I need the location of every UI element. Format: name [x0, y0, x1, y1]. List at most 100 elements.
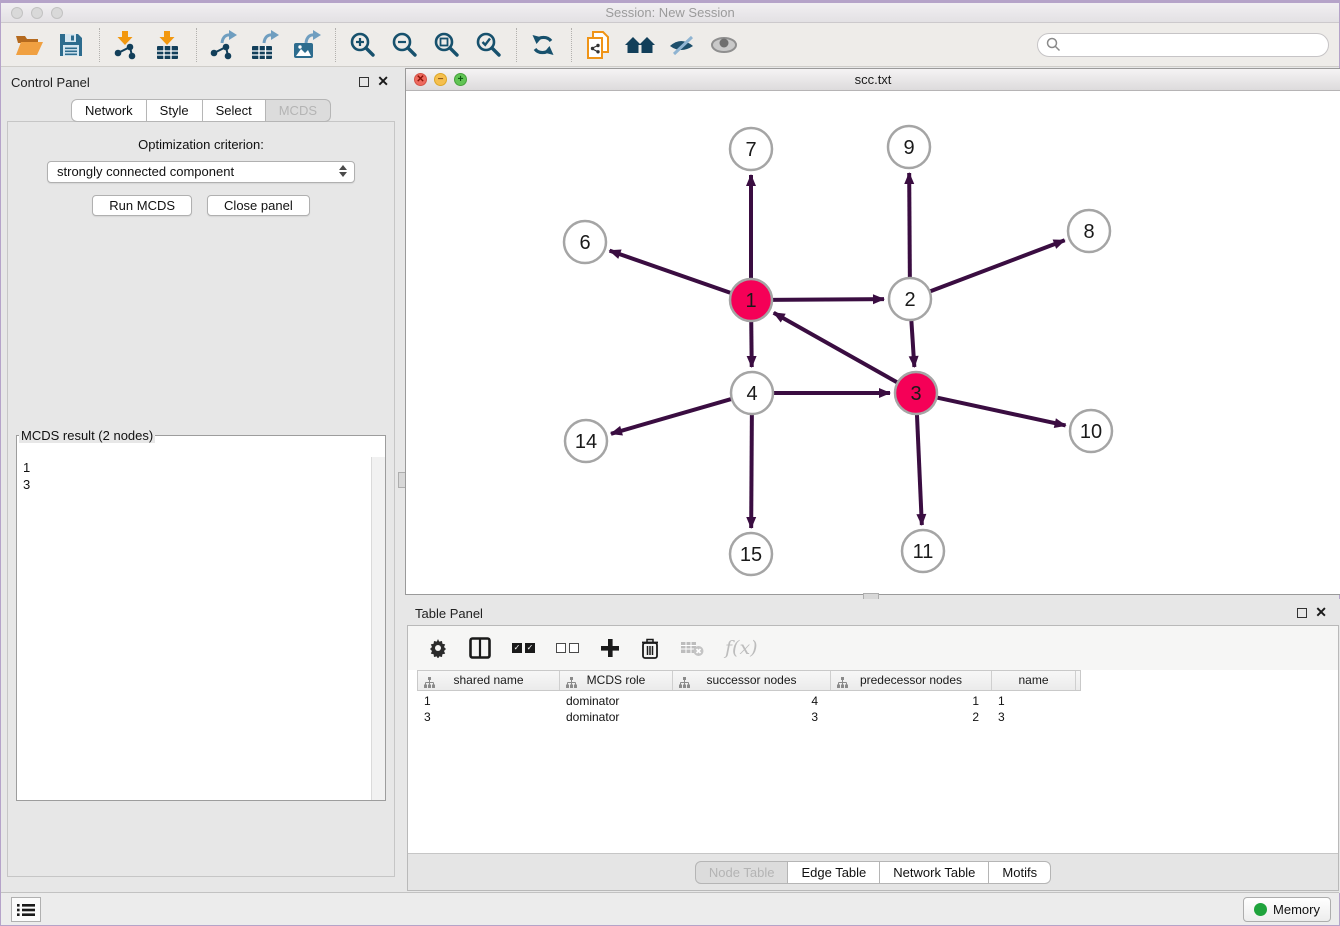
graph-edge-3-10[interactable] — [935, 397, 1066, 425]
graph-edge-1-2[interactable] — [770, 299, 884, 300]
toolbar-separator — [196, 28, 197, 62]
graph-edge-4-14[interactable] — [611, 398, 734, 434]
tab-network[interactable]: Network — [71, 99, 147, 122]
node-table: shared name MCDS role successor nodes prede… — [417, 670, 1081, 725]
graph-edge-4-15[interactable] — [751, 412, 752, 528]
column-header-predecessor-nodes[interactable]: predecessor nodes — [831, 671, 992, 690]
control-panel-title: Control Panel — [11, 75, 90, 90]
memory-button[interactable]: Memory — [1243, 897, 1331, 922]
toolbar-separator — [335, 28, 336, 62]
zoom-out-icon[interactable] — [386, 27, 422, 63]
column-header-mcds-role[interactable]: MCDS role — [560, 671, 673, 690]
table-cell: 4 — [672, 693, 830, 709]
graph-edge-2-9[interactable] — [909, 173, 910, 280]
network-window-titlebar: ✕ − + scc.txt — [406, 69, 1340, 91]
column-header-successor-nodes[interactable]: successor nodes — [673, 671, 831, 690]
zoom-in-icon[interactable] — [344, 27, 380, 63]
table-tabs: Node TableEdge TableNetwork TableMotifs — [695, 861, 1051, 884]
network-window-zoom-button[interactable]: + — [454, 73, 467, 86]
zoom-selected-icon[interactable] — [470, 27, 506, 63]
tab-mcds[interactable]: MCDS — [266, 99, 331, 122]
graph-node-label-11: 11 — [913, 541, 934, 563]
table-tab-motifs[interactable]: Motifs — [989, 861, 1051, 884]
graph-node-label-1: 1 — [745, 290, 756, 312]
run-mcds-button[interactable]: Run MCDS — [92, 195, 192, 216]
table-cell: 1 — [417, 693, 559, 709]
graph-edge-2-3[interactable] — [911, 318, 914, 367]
table-row[interactable]: 3dominator323 — [417, 709, 1081, 725]
delete-table-icon — [680, 635, 704, 661]
hide-selected-icon[interactable] — [664, 27, 700, 63]
toolbar-separator — [571, 28, 572, 62]
delete-row-icon[interactable] — [641, 635, 659, 661]
graph-edge-3-1[interactable] — [774, 313, 900, 384]
first-neighbors-icon[interactable] — [622, 27, 658, 63]
network-window-minimize-button[interactable]: − — [434, 73, 447, 86]
network-window-close-button[interactable]: ✕ — [414, 73, 427, 86]
table-cell: 1 — [830, 693, 991, 709]
memory-button-label: Memory — [1273, 902, 1320, 917]
graph-node-label-2: 2 — [904, 289, 915, 311]
graph-node-label-4: 4 — [746, 383, 757, 405]
export-table-icon[interactable] — [247, 27, 283, 63]
copy-view-icon[interactable] — [580, 27, 616, 63]
show-all-icon[interactable] — [706, 27, 742, 63]
mcds-result-scrollbar[interactable] — [371, 457, 385, 800]
search-icon — [1046, 37, 1061, 52]
column-header-label: name — [1018, 673, 1048, 687]
window-minimize-button[interactable] — [31, 7, 43, 19]
window-close-button[interactable] — [11, 7, 23, 19]
column-header-label: shared name — [453, 673, 523, 687]
import-table-icon[interactable] — [150, 27, 186, 63]
deselect-all-checkboxes-icon[interactable] — [556, 635, 579, 661]
open-session-icon[interactable] — [11, 27, 47, 63]
graph-edge-2-8[interactable] — [928, 240, 1065, 292]
close-panel-button[interactable]: Close panel — [207, 195, 310, 216]
search-input[interactable] — [1061, 37, 1320, 52]
save-session-icon[interactable] — [53, 27, 89, 63]
status-bar: Memory — [1, 892, 1339, 925]
show-columns-icon[interactable] — [469, 635, 491, 661]
network-canvas[interactable]: 7968124314101511 — [406, 91, 1340, 594]
shared-column-icon — [424, 675, 435, 694]
refresh-view-icon[interactable] — [525, 27, 561, 63]
main-toolbar — [1, 23, 1339, 67]
column-header-label: MCDS role — [587, 673, 646, 687]
optimization-criterion-label: Optimization criterion: — [8, 137, 394, 152]
memory-status-dot — [1254, 903, 1267, 916]
table-tab-network-table[interactable]: Network Table — [880, 861, 989, 884]
optimization-criterion-select[interactable]: strongly connected component — [47, 161, 355, 183]
table-row[interactable]: 1dominator411 — [417, 693, 1081, 709]
column-settings-icon[interactable] — [428, 635, 448, 661]
column-header-shared-name[interactable]: shared name — [418, 671, 560, 690]
window-zoom-button[interactable] — [51, 7, 63, 19]
column-header-name[interactable]: name — [992, 671, 1076, 690]
select-all-checkboxes-icon[interactable]: ✓✓ — [512, 635, 535, 661]
graph-edge-1-6[interactable] — [610, 251, 734, 294]
table-tab-node-table[interactable]: Node Table — [695, 861, 789, 884]
tab-style[interactable]: Style — [147, 99, 203, 122]
export-network-icon[interactable] — [205, 27, 241, 63]
export-image-icon[interactable] — [289, 27, 325, 63]
table-tab-edge-table[interactable]: Edge Table — [788, 861, 880, 884]
tab-select[interactable]: Select — [203, 99, 266, 122]
graph-edge-3-11[interactable] — [917, 412, 922, 525]
toolbar-separator — [99, 28, 100, 62]
control-panel-float-button[interactable] — [359, 77, 369, 87]
shared-column-icon — [837, 675, 848, 694]
task-list-icon — [17, 903, 35, 917]
zoom-fit-icon[interactable] — [428, 27, 464, 63]
table-panel-float-button[interactable] — [1297, 608, 1307, 618]
control-panel-close-button[interactable]: ✕ — [377, 74, 389, 88]
table-panel-close-button[interactable]: ✕ — [1315, 605, 1327, 619]
graph-edge-1-4[interactable] — [751, 319, 752, 367]
apply-function-icon: f(x) — [725, 635, 758, 661]
column-header-label: successor nodes — [706, 673, 796, 687]
graph-node-label-6: 6 — [579, 232, 590, 254]
window-titlebar: Session: New Session — [1, 3, 1339, 23]
import-network-icon[interactable] — [108, 27, 144, 63]
task-history-button[interactable] — [11, 897, 41, 922]
node-table-body: 1dominator4113dominator323 — [417, 691, 1081, 725]
table-panel-title: Table Panel — [415, 606, 483, 621]
add-row-icon[interactable] — [600, 635, 620, 661]
